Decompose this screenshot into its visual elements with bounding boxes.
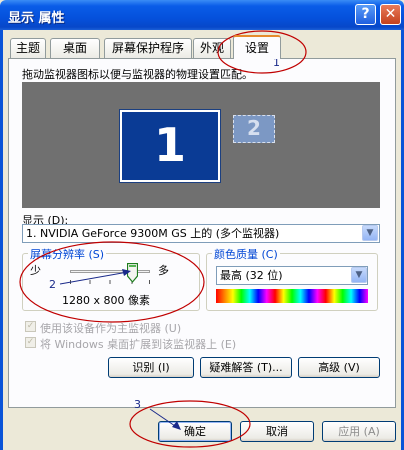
- tab-desktop[interactable]: 桌面: [50, 38, 100, 58]
- check-icon: ✓: [26, 337, 35, 347]
- color-spectrum-bar: [216, 289, 368, 303]
- close-button[interactable]: ✕: [380, 4, 401, 25]
- annotation-number-2: 2: [49, 278, 56, 291]
- color-quality-group-label: 颜色质量 (C): [212, 246, 280, 262]
- tab-appearance[interactable]: 外观: [193, 38, 231, 58]
- chevron-down-icon[interactable]: ▼: [362, 225, 378, 241]
- chevron-down-icon[interactable]: ▼: [351, 267, 367, 283]
- apply-button[interactable]: 应用 (A): [322, 421, 396, 442]
- resolution-more-label: 多: [158, 264, 169, 277]
- ok-button[interactable]: 确定: [158, 421, 232, 442]
- resolution-group-label: 屏幕分辨率 (S): [28, 246, 107, 262]
- color-quality-select[interactable]: 最高 (32 位): [216, 266, 368, 285]
- resolution-less-label: 少: [30, 264, 41, 277]
- tab-settings[interactable]: 设置: [233, 35, 281, 59]
- window-title: 显示 属性: [8, 11, 65, 26]
- display-select[interactable]: 1. NVIDIA GeForce 9300M GS 上的 (多个监视器): [22, 224, 380, 243]
- tab-themes[interactable]: 主题: [10, 38, 46, 58]
- resolution-value: 1280 x 800 像素: [62, 294, 150, 307]
- tab-screensaver[interactable]: 屏幕保护程序: [104, 38, 192, 58]
- extend-desktop-label: 将 Windows 桌面扩展到该监视器上 (E): [40, 338, 237, 351]
- resolution-slider-track[interactable]: [70, 270, 150, 273]
- annotation-number-3: 3: [134, 398, 141, 411]
- primary-monitor-label: 使用该设备作为主监视器 (U): [40, 322, 182, 335]
- help-button[interactable]: ?: [355, 4, 376, 25]
- primary-monitor-checkbox[interactable]: ✓: [25, 321, 36, 332]
- monitor-1-icon[interactable]: 1: [119, 109, 221, 183]
- advanced-button[interactable]: 高级 (V): [298, 357, 380, 378]
- monitor-2-icon[interactable]: 2: [233, 115, 275, 143]
- instruction-text: 拖动监视器图标以便与监视器的物理设置匹配。: [22, 68, 253, 81]
- close-icon: ✕: [384, 6, 397, 22]
- resolution-slider-ticks: [70, 280, 150, 284]
- extend-desktop-checkbox[interactable]: ✓: [25, 337, 36, 348]
- color-quality-value: 最高 (32 位): [220, 269, 283, 282]
- help-icon: ?: [361, 6, 370, 22]
- display-select-value: 1. NVIDIA GeForce 9300M GS 上的 (多个监视器): [26, 227, 280, 240]
- identify-button[interactable]: 识别 (I): [108, 357, 194, 378]
- resolution-slider-thumb[interactable]: [126, 263, 138, 283]
- cancel-button[interactable]: 取消: [240, 421, 314, 442]
- check-icon: ✓: [26, 321, 35, 331]
- troubleshoot-button[interactable]: 疑难解答 (T)...: [200, 357, 292, 378]
